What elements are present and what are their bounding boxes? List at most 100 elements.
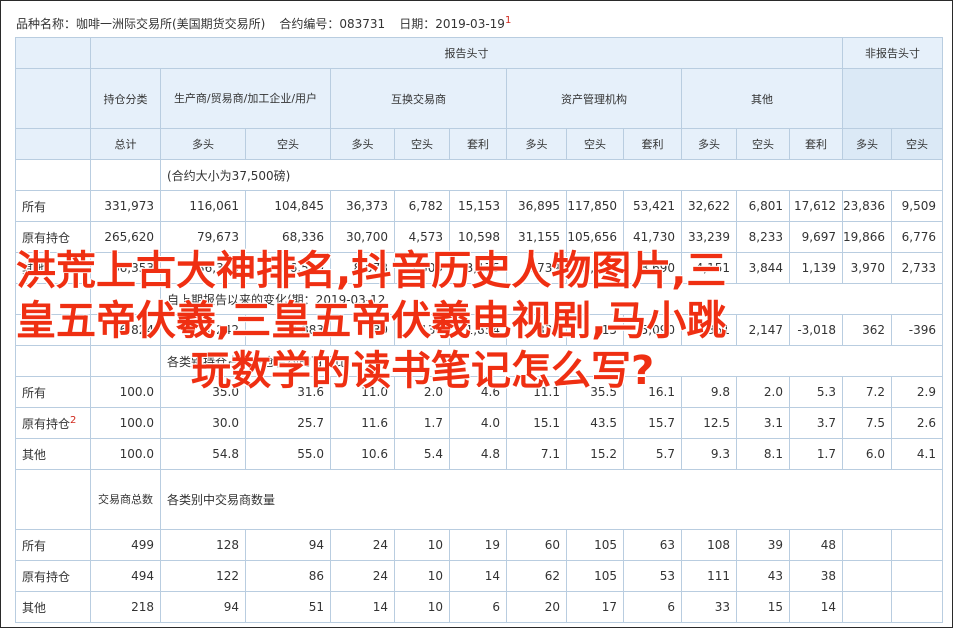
- table-cell: 17: [566, 591, 624, 623]
- table-cell: 3.7: [789, 407, 843, 439]
- producer-short: 空头: [245, 128, 331, 160]
- table-cell: 60: [506, 529, 567, 561]
- table-cell: 6,782: [394, 190, 450, 222]
- contract-code: 合约编号：083731: [279, 17, 386, 31]
- table-cell: 4.1: [891, 438, 943, 470]
- table-cell: 36,895: [506, 190, 567, 222]
- money-manager-header: 资产管理机构: [506, 68, 682, 129]
- swap-dealer-header: 互换交易商: [330, 68, 507, 129]
- product-name: 品种名称：咖啡一洲际交易所(美国期货交易所): [16, 17, 266, 31]
- overlay-line-2: 皇五帝伏羲,三皇五帝伏羲电视剧,马小跳: [16, 298, 727, 344]
- table-cell: [891, 591, 943, 623]
- other-short: 空头: [736, 128, 790, 160]
- traders-section-title: 各类别中交易商数量: [160, 469, 943, 530]
- table-row: 原有持仓2 100.0 30.0 25.7 11.6 1.7 4.0 15.1 43.5 15.7…: [15, 407, 943, 439]
- table-cell: 2.6: [891, 407, 943, 439]
- table-cell: 1.7: [394, 407, 450, 439]
- traders-section: 所有 499 128 94 24 10 19 60 105 63 108 39 48 原有持仓 494 122…: [15, 529, 943, 623]
- row-label: 所有: [15, 190, 91, 222]
- table-cell: 100.0: [90, 438, 161, 470]
- table-cell: [842, 591, 892, 623]
- money-long: 多头: [506, 128, 567, 160]
- table-cell: 43.5: [566, 407, 624, 439]
- row-label: 所有: [15, 529, 91, 561]
- row-label: 其他: [15, 438, 91, 470]
- table-cell: 6: [449, 591, 507, 623]
- table-cell: 116,061: [160, 190, 246, 222]
- table-cell: 10: [394, 591, 450, 623]
- table-cell: 36,373: [330, 190, 395, 222]
- report-group-header: 报告头寸: [90, 37, 843, 69]
- table-cell: 33: [681, 591, 737, 623]
- table-cell: 15.2: [566, 438, 624, 470]
- table-cell: 14: [789, 591, 843, 623]
- date-footnote[interactable]: 1: [505, 15, 511, 26]
- money-short: 空头: [566, 128, 624, 160]
- blank-left-sub: [15, 128, 91, 160]
- table-cell: [842, 560, 892, 592]
- report-date: 日期：2019-03-19: [399, 17, 505, 31]
- table-cell: 117,850: [566, 190, 624, 222]
- table-cell: 25.7: [245, 407, 331, 439]
- table-cell: 8.1: [736, 438, 790, 470]
- table-cell: 32,622: [681, 190, 737, 222]
- nonreport-short: 空头: [891, 128, 943, 160]
- table-cell: 14: [330, 591, 395, 623]
- row-label: 原有持仓2: [15, 407, 91, 439]
- table-cell: 4.0: [449, 407, 507, 439]
- table-cell: 54.8: [160, 438, 246, 470]
- blank-left-header: [15, 68, 91, 129]
- table-cell: 105: [566, 529, 624, 561]
- table-cell: 17,612: [789, 190, 843, 222]
- other-spread: 套利: [789, 128, 843, 160]
- table-cell: 39: [736, 529, 790, 561]
- table-cell: 11.6: [330, 407, 395, 439]
- table-cell: 331,973: [90, 190, 161, 222]
- table-row: 所有 331,973 116,061 104,845 36,373 6,782 15,153…: [15, 190, 943, 222]
- table-cell: 38: [789, 560, 843, 592]
- table-cell: 15,153: [449, 190, 507, 222]
- table-cell: 104,845: [245, 190, 331, 222]
- table-cell: 111: [681, 560, 737, 592]
- traders-label: 交易商总数: [90, 469, 161, 530]
- table-cell: 51: [245, 591, 331, 623]
- table-cell: 122: [160, 560, 246, 592]
- table-cell: 94: [160, 591, 246, 623]
- other-long: 多头: [681, 128, 737, 160]
- table-cell: 48: [789, 529, 843, 561]
- swap-long: 多头: [330, 128, 395, 160]
- table-cell: 3.1: [736, 407, 790, 439]
- nonreport-long: 多头: [842, 128, 892, 160]
- table-cell: 19: [449, 529, 507, 561]
- table-cell: [891, 560, 943, 592]
- total-header: 总计: [90, 128, 161, 160]
- other-reportable-header: 其他: [681, 68, 843, 129]
- table-cell: 5.7: [623, 438, 682, 470]
- table-cell: 6,801: [736, 190, 790, 222]
- table-cell: 499: [90, 529, 161, 561]
- table-cell: 15: [736, 591, 790, 623]
- table-cell: 15.7: [623, 407, 682, 439]
- table-cell: 9,509: [891, 190, 943, 222]
- table-cell: 4.8: [449, 438, 507, 470]
- table-cell: 5.4: [394, 438, 450, 470]
- contract-size-note: (合约大小为37,500磅): [160, 159, 943, 191]
- corner-cell: [15, 37, 91, 69]
- swap-spread: 套利: [449, 128, 507, 160]
- table-cell: 14: [449, 560, 507, 592]
- table-cell: 12.5: [681, 407, 737, 439]
- holding-category-header: 持仓分类: [90, 68, 161, 129]
- table-row: 其他 218 94 51 14 10 6 20 17 6 33 15 14: [15, 591, 943, 623]
- table-cell: 218: [90, 591, 161, 623]
- overlay-line-1: 洪荒上古大神排名,抖音历史人物图片,三: [16, 248, 727, 294]
- table-cell: 100.0: [90, 407, 161, 439]
- table-cell: 55.0: [245, 438, 331, 470]
- producer-header: 生产商/贸易商/加工企业/用户: [160, 68, 331, 129]
- row-footnote[interactable]: 2: [70, 415, 76, 426]
- table-cell: 2,733: [891, 252, 943, 284]
- table-cell: 86: [245, 560, 331, 592]
- table-cell: [891, 529, 943, 561]
- table-cell: 6.0: [842, 438, 892, 470]
- table-cell: 494: [90, 560, 161, 592]
- table-cell: 128: [160, 529, 246, 561]
